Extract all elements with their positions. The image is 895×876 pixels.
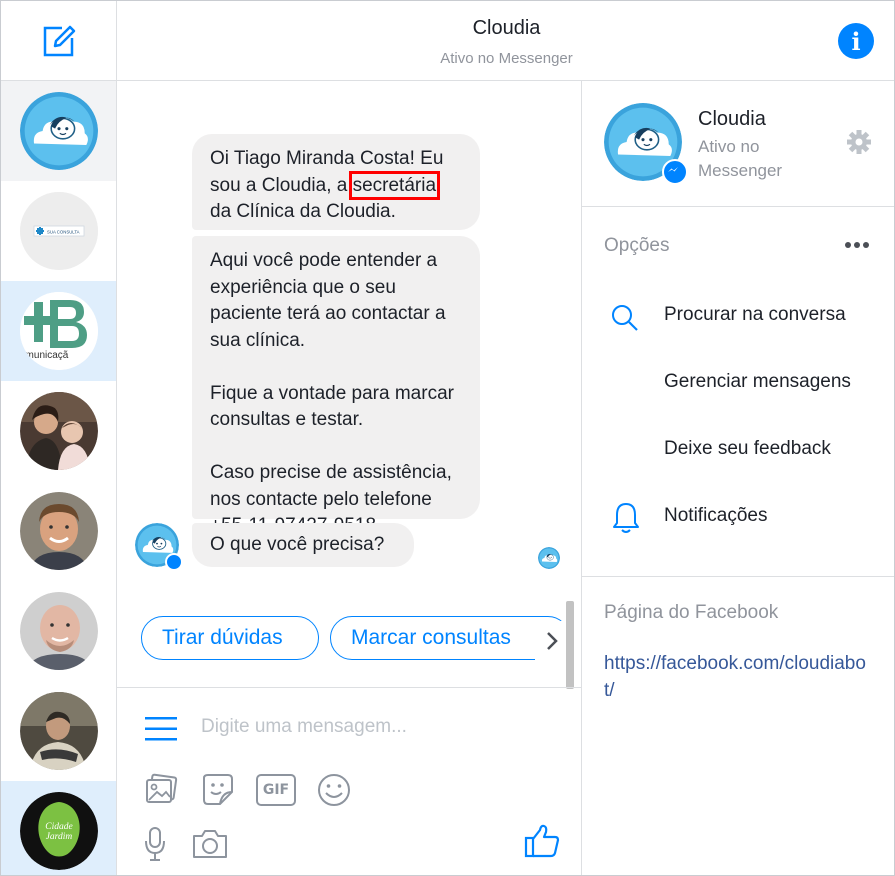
- divider: [582, 576, 894, 577]
- conversation-status: Ativo no Messenger: [440, 50, 573, 67]
- quick-replies: Tirar dúvidas Marcar consultas: [117, 601, 581, 677]
- quick-reply-marcar-consultas[interactable]: Marcar consultas: [330, 616, 570, 660]
- message-bubble: Oi Tiago Miranda Costa! Eu sou a Cloudia…: [192, 134, 480, 230]
- info-button[interactable]: i: [838, 23, 874, 59]
- conversation-contact-6[interactable]: [1, 581, 116, 681]
- conversation-contact-4[interactable]: [1, 381, 116, 481]
- chat-panel: Oi Tiago Miranda Costa! Eu sou a Cloudia…: [117, 81, 582, 875]
- avatar: omunicaçã: [19, 292, 98, 370]
- conversation-cloudia[interactable]: [1, 81, 116, 181]
- message-composer: Digite uma mensagem... GIF: [117, 687, 581, 875]
- option-notifications[interactable]: Notificações: [664, 505, 768, 527]
- b-comunicacao-logo-text: omunicaçã: [20, 350, 69, 361]
- emoji-icon[interactable]: [316, 772, 352, 808]
- message-text: O que você precisa?: [210, 534, 385, 555]
- conversation-sidebar: SUA CONSULTA omunicaçã Cidade Jardim: [1, 1, 117, 875]
- info-icon: i: [851, 26, 861, 56]
- menu-icon[interactable]: [145, 716, 177, 742]
- compose-icon: [43, 25, 75, 56]
- message-text: da Clínica da Cloudia.: [210, 201, 396, 222]
- quick-reply-tirar-duvidas[interactable]: Tirar dúvidas: [141, 616, 319, 660]
- conversation-cidade-jardim[interactable]: Cidade Jardim: [1, 781, 116, 875]
- conversation-b-comunicacao[interactable]: omunicaçã: [1, 281, 116, 381]
- avatar: SUA CONSULTA: [19, 192, 98, 270]
- conversation-contact-5[interactable]: [1, 481, 116, 581]
- gif-icon[interactable]: GIF: [256, 774, 296, 806]
- avatar: [20, 92, 98, 170]
- message-bubble: Aqui você pode entender a experiência qu…: [192, 236, 480, 536]
- conversation-sua-consulta[interactable]: SUA CONSULTA: [1, 181, 116, 281]
- sticker-icon[interactable]: [200, 772, 236, 808]
- option-feedback[interactable]: Deixe seu feedback: [664, 438, 831, 460]
- seen-indicator: [538, 547, 560, 569]
- microphone-icon[interactable]: [143, 826, 167, 862]
- options-heading: Opções: [604, 235, 670, 256]
- message-paragraph: Aqui você pode entender a experiência qu…: [210, 250, 446, 351]
- contact-name: Cloudia: [698, 108, 766, 130]
- cidade-jardim-logo-text-2: Jardim: [45, 832, 72, 842]
- avatar: [19, 392, 98, 470]
- sua-consulta-logo-text: SUA CONSULTA: [47, 230, 80, 235]
- image-icon[interactable]: [144, 772, 178, 806]
- camera-icon[interactable]: [191, 828, 229, 860]
- bell-icon: [613, 503, 639, 533]
- gear-icon[interactable]: [846, 129, 872, 155]
- avatar: [19, 692, 98, 770]
- highlighted-word: secretária: [348, 170, 441, 200]
- option-manage-messages[interactable]: Gerenciar mensagens: [664, 371, 851, 393]
- conversation-title: Cloudia: [472, 17, 541, 39]
- facebook-page-heading: Página do Facebook: [604, 602, 779, 623]
- conversation-contact-7[interactable]: [1, 681, 116, 781]
- chevron-right-icon: [547, 632, 558, 650]
- avatar: [19, 492, 98, 570]
- conversation-details-panel: Cloudia Ativo no Messenger Opções Procur…: [582, 81, 894, 875]
- message-bubble: O que você precisa?: [192, 523, 414, 567]
- quick-replies-next-button[interactable]: [535, 621, 569, 661]
- divider: [582, 206, 894, 207]
- more-options-icon[interactable]: [844, 241, 870, 249]
- messenger-badge: [662, 159, 688, 185]
- avatar: [19, 592, 98, 670]
- messenger-badge: [165, 553, 183, 571]
- chat-scrollbar[interactable]: [566, 601, 574, 689]
- option-search-conversation[interactable]: Procurar na conversa: [664, 304, 846, 326]
- search-icon: [612, 305, 638, 331]
- avatar: Cidade Jardim: [19, 792, 98, 870]
- thumbs-up-icon[interactable]: [523, 822, 561, 860]
- message-paragraph: Fique a vontade para marcar consultas e …: [210, 382, 454, 431]
- messenger-window: SUA CONSULTA omunicaçã Cidade Jardim Clo…: [0, 0, 895, 876]
- message-input[interactable]: Digite uma mensagem...: [201, 716, 407, 738]
- facebook-page-link[interactable]: https://facebook.com/cloudiabot/: [604, 650, 876, 704]
- compose-button[interactable]: [1, 1, 116, 81]
- cidade-jardim-logo-text: Cidade: [45, 822, 72, 832]
- contact-status: Ativo no Messenger: [698, 137, 783, 180]
- conversation-header: Cloudia Ativo no Messenger i: [117, 1, 894, 81]
